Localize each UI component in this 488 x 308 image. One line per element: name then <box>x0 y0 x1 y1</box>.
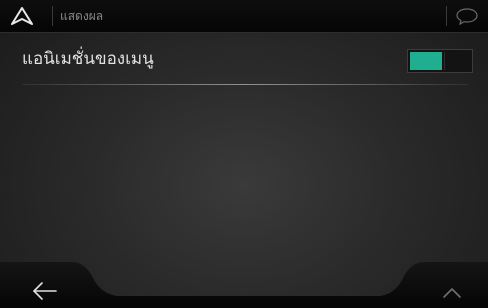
toggle-on-indicator <box>410 52 442 70</box>
header-divider <box>52 6 53 26</box>
setting-label: แอนิเมชั่นของเมนู <box>22 49 154 69</box>
chevron-up-icon[interactable] <box>414 270 484 304</box>
settings-screen: แสดงผล แอนิเมชั่นของเมนู <box>0 0 488 308</box>
toggle-divider <box>444 52 445 70</box>
speech-bubble-icon[interactable] <box>454 6 480 26</box>
page-title: แสดงผล <box>60 9 104 23</box>
header-bar: แสดงผล <box>0 0 488 33</box>
row-divider <box>22 84 468 85</box>
menu-animation-toggle[interactable] <box>407 49 473 73</box>
back-arrow-icon[interactable] <box>14 270 76 304</box>
navigation-arrow-icon[interactable] <box>10 6 34 26</box>
header-divider <box>446 6 447 26</box>
setting-row-menu-animation[interactable]: แอนิเมชั่นของเมนู <box>0 33 488 85</box>
bottom-bar <box>0 262 488 308</box>
